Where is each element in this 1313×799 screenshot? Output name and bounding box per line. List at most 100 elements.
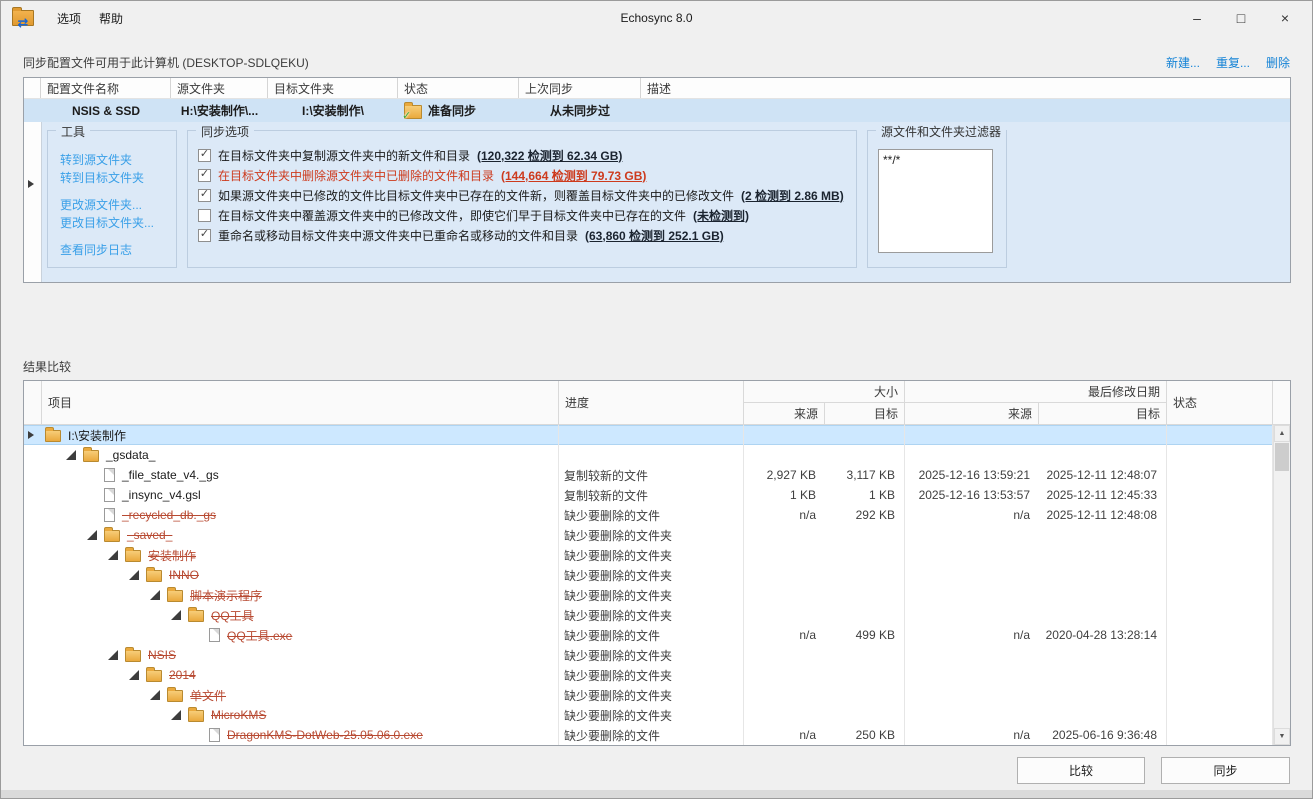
sync-button[interactable]: 同步 — [1161, 757, 1290, 784]
size-target-cell — [825, 525, 905, 545]
folder-icon — [45, 430, 61, 442]
size-source-cell: n/a — [744, 625, 825, 645]
profile-row[interactable]: NSIS & SSD H:\安装制作\... I:\安装制作\ ✓ 准备同步 从… — [24, 98, 1290, 122]
tool-link-4[interactable]: 更改目标文件夹... — [60, 214, 176, 232]
result-row[interactable]: 脚本演示程序缺少要删除的文件夹 — [24, 585, 1290, 605]
size-target-cell — [825, 425, 905, 445]
expanded-expander-icon[interactable] — [66, 450, 83, 460]
column-group-size[interactable]: 大小 — [744, 381, 905, 403]
status-cell — [1167, 625, 1273, 645]
checkbox-checked-icon[interactable] — [198, 229, 211, 242]
new-profile-link[interactable]: 新建... — [1166, 54, 1200, 71]
progress-cell: 缺少要删除的文件 — [559, 625, 744, 645]
compare-button[interactable]: 比较 — [1017, 757, 1145, 784]
item-name: _gsdata_ — [106, 448, 155, 462]
column-header-profile-name[interactable]: 配置文件名称 — [41, 78, 171, 98]
size-target-cell — [825, 545, 905, 565]
checkbox-checked-icon[interactable] — [198, 169, 211, 182]
result-row[interactable]: QQ工具缺少要删除的文件夹 — [24, 605, 1290, 625]
close-button[interactable]: × — [1263, 0, 1307, 36]
expanded-expander-icon[interactable] — [108, 650, 125, 660]
expanded-expander-icon[interactable] — [129, 670, 146, 680]
result-row[interactable]: 2014缺少要删除的文件夹 — [24, 665, 1290, 685]
result-row[interactable]: _insync_v4.gsl复制较新的文件1 KB1 KB2025-12-16 … — [24, 485, 1290, 505]
result-row[interactable]: I:\安装制作 — [24, 425, 1290, 445]
date-source-cell — [905, 565, 1039, 585]
column-group-modified[interactable]: 最后修改日期 — [905, 381, 1167, 403]
item-name: MicroKMS — [211, 708, 266, 722]
column-header-last-sync[interactable]: 上次同步 — [519, 78, 641, 98]
menu-options[interactable]: 选项 — [48, 6, 90, 31]
sync-option-5[interactable]: 重命名或移动目标文件夹中源文件夹中已重命名或移动的文件和目录(63,860 检测… — [198, 225, 856, 245]
result-row[interactable]: 安装制作缺少要删除的文件夹 — [24, 545, 1290, 565]
checkbox-unchecked-icon[interactable] — [198, 209, 211, 222]
expanded-expander-icon[interactable] — [108, 550, 125, 560]
maximize-button[interactable]: □ — [1219, 0, 1263, 36]
result-row[interactable]: NSIS缺少要删除的文件夹 — [24, 645, 1290, 665]
profile-actions: 新建... 重复... 删除 — [1166, 54, 1290, 71]
delete-profile-link[interactable]: 删除 — [1266, 54, 1290, 71]
row-marker-cell — [24, 525, 42, 545]
vertical-scrollbar[interactable]: ▲ ▼ — [1273, 425, 1290, 745]
column-header-date-source[interactable]: 来源 — [905, 403, 1039, 425]
column-header-size-source[interactable]: 来源 — [744, 403, 825, 425]
item-name: 2014 — [169, 668, 196, 682]
column-header-description[interactable]: 描述 — [641, 78, 1290, 98]
date-target-cell: 2025-12-11 12:48:08 — [1039, 505, 1167, 525]
status-cell — [1167, 645, 1273, 665]
column-header-status[interactable]: 状态 — [398, 78, 519, 98]
result-row[interactable]: 单文件缺少要删除的文件夹 — [24, 685, 1290, 705]
checkbox-checked-icon[interactable] — [198, 149, 211, 162]
result-row[interactable]: _saved_缺少要删除的文件夹 — [24, 525, 1290, 545]
result-row[interactable]: MicroKMS缺少要删除的文件夹 — [24, 705, 1290, 725]
folder-icon — [188, 710, 204, 722]
tool-link-1[interactable]: 转到源文件夹 — [60, 151, 176, 169]
tool-link-3[interactable]: 更改源文件夹... — [60, 196, 176, 214]
expanded-expander-icon[interactable] — [87, 530, 104, 540]
file-icon — [209, 628, 220, 642]
result-row[interactable]: INNO缺少要删除的文件夹 — [24, 565, 1290, 585]
sync-option-4[interactable]: 在目标文件夹中覆盖源文件夹中的已修改文件，即使它们早于目标文件夹中已存在的文件(… — [198, 205, 856, 225]
column-header-target-folder[interactable]: 目标文件夹 — [268, 78, 398, 98]
tool-link-2[interactable]: 转到目标文件夹 — [60, 169, 176, 187]
result-row[interactable]: QQ工具.exe缺少要删除的文件n/a499 KBn/a2020-04-28 1… — [24, 625, 1290, 645]
result-row[interactable]: DragonKMS-DotWeb-25.05.06.0.exe缺少要删除的文件n… — [24, 725, 1290, 745]
item-name: _recycled_db._gs — [122, 508, 216, 522]
menu-help[interactable]: 帮助 — [90, 6, 132, 31]
column-header-progress[interactable]: 进度 — [559, 381, 744, 425]
tool-link-5[interactable]: 查看同步日志 — [60, 241, 176, 259]
scroll-up-icon[interactable]: ▲ — [1274, 425, 1290, 442]
sync-option-3[interactable]: 如果源文件夹中已修改的文件比目标文件夹中已存在的文件新，则覆盖目标文件夹中的已修… — [198, 185, 856, 205]
column-header-item[interactable]: 项目 — [42, 381, 559, 425]
expanded-expander-icon[interactable] — [171, 710, 188, 720]
duplicate-profile-link[interactable]: 重复... — [1216, 54, 1250, 71]
column-header-date-target[interactable]: 目标 — [1039, 403, 1167, 425]
date-target-cell — [1039, 525, 1167, 545]
filter-input[interactable]: **/* — [878, 149, 993, 253]
expanded-expander-icon[interactable] — [150, 690, 167, 700]
triangle-glyph — [87, 530, 97, 540]
column-header-source-folder[interactable]: 源文件夹 — [171, 78, 268, 98]
scroll-down-icon[interactable]: ▼ — [1274, 728, 1290, 745]
item-name: NSIS — [148, 648, 176, 662]
expanded-expander-icon[interactable] — [150, 590, 167, 600]
size-source-cell — [744, 525, 825, 545]
expanded-expander-icon[interactable] — [129, 570, 146, 580]
checkbox-checked-icon[interactable] — [198, 189, 211, 202]
expanded-expander-icon[interactable] — [171, 610, 188, 620]
sync-option-stat: (未检测到) — [693, 207, 749, 224]
result-row[interactable]: _file_state_v4._gs复制较新的文件2,927 KB3,117 K… — [24, 465, 1290, 485]
date-source-cell — [905, 685, 1039, 705]
sync-option-1[interactable]: 在目标文件夹中复制源文件夹中的新文件和目录(120,322 检测到 62.34 … — [198, 145, 856, 165]
green-check-icon: ✓ — [402, 111, 411, 122]
profile-expanded-panel: 工具 转到源文件夹转到目标文件夹更改源文件夹...更改目标文件夹...查看同步日… — [24, 122, 1290, 282]
scrollbar-thumb[interactable] — [1275, 443, 1289, 471]
row-marker-cell — [24, 485, 42, 505]
result-row[interactable]: _gsdata_ — [24, 445, 1290, 465]
sync-option-2[interactable]: 在目标文件夹中删除源文件夹中已删除的文件和目录(144,664 检测到 79.7… — [198, 165, 856, 185]
column-header-status[interactable]: 状态 — [1167, 381, 1273, 425]
result-row[interactable]: _recycled_db._gs缺少要删除的文件n/a292 KBn/a2025… — [24, 505, 1290, 525]
minimize-button[interactable]: – — [1175, 0, 1219, 36]
folder-icon — [167, 590, 183, 602]
column-header-size-target[interactable]: 目标 — [825, 403, 905, 425]
